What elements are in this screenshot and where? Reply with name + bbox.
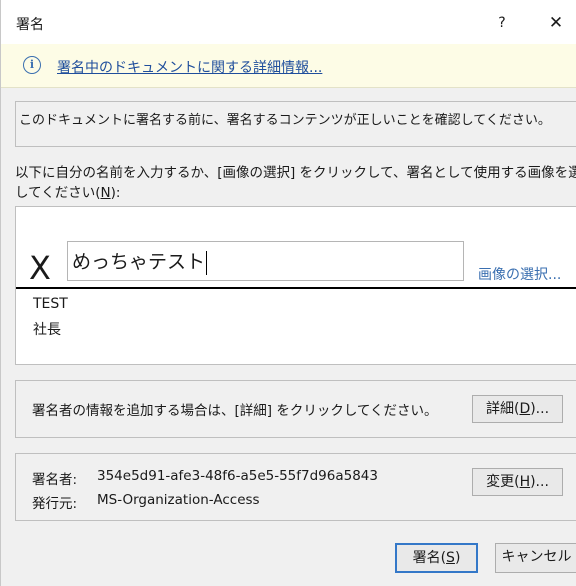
- signer-title: 社長: [33, 322, 61, 338]
- details-text: 署名者の情報を追加する場合は、[詳細] をクリックしてください。: [32, 403, 438, 419]
- instruction-mnemonic: N: [100, 185, 111, 201]
- signature-line: [16, 287, 576, 289]
- sign-button-suffix: ): [454, 550, 461, 566]
- sign-button-prefix: 署名(: [412, 550, 447, 566]
- more-info-link[interactable]: 署名中のドキュメントに関する詳細情報...: [57, 57, 322, 77]
- confirm-message-box: このドキュメントに署名する前に、署名するコンテンツが正しいことを確認してください…: [15, 101, 576, 147]
- details-button-prefix: 詳細(: [485, 401, 520, 417]
- close-button[interactable]: ✕: [541, 10, 571, 36]
- instruction-text: 以下に自分の名前を入力するか、[画像の選択] をクリックして、署名として使用する…: [15, 163, 576, 203]
- issuer-label: 発行元:: [32, 496, 78, 512]
- instruction-line2-suffix: ):: [110, 185, 121, 201]
- info-bar: i 署名中のドキュメントに関する詳細情報...: [1, 44, 576, 88]
- instruction-line1: 以下に自分の名前を入力するか、[画像の選択] をクリックして、署名として使用する…: [15, 165, 576, 181]
- details-button[interactable]: 詳細(D)...: [472, 395, 563, 423]
- info-icon: i: [23, 56, 41, 74]
- help-button[interactable]: ?: [489, 10, 515, 36]
- change-button[interactable]: 変更(H)...: [472, 468, 563, 496]
- change-button-mnemonic: H: [519, 474, 531, 490]
- signer-info-group: 署名者: 354e5d91-afe3-48f6-a5e5-55f7d96a584…: [15, 453, 576, 521]
- signature-panel: X めっちゃテスト 画像の選択... TEST 社長: [15, 206, 576, 365]
- sign-dialog: 署名 ? ✕ i 署名中のドキュメントに関する詳細情報... このドキュメントに…: [0, 0, 576, 586]
- change-button-suffix: )...: [530, 474, 549, 490]
- change-button-prefix: 変更(: [486, 474, 520, 490]
- sign-button[interactable]: 署名(S): [395, 543, 478, 573]
- details-group: 署名者の情報を追加する場合は、[詳細] をクリックしてください。 詳細(D)..…: [15, 380, 576, 438]
- signer-label: 署名者:: [32, 472, 78, 488]
- signature-name-input[interactable]: めっちゃテスト: [67, 241, 464, 281]
- instruction-line2: してください(N):: [15, 183, 576, 203]
- signer-value: 354e5d91-afe3-48f6-a5e5-55f7d96a5843: [97, 468, 378, 484]
- sign-button-mnemonic: S: [446, 550, 455, 566]
- text-caret: [206, 250, 208, 275]
- cancel-button[interactable]: キャンセル: [495, 543, 576, 573]
- instruction-line2-prefix: してください(: [15, 185, 101, 201]
- issuer-value: MS-Organization-Access: [97, 492, 260, 508]
- signature-name-value: めっちゃテスト: [72, 251, 206, 273]
- title-bar: 署名 ? ✕: [1, 0, 576, 44]
- confirm-message: このドキュメントに署名する前に、署名するコンテンツが正しいことを確認してください…: [19, 113, 551, 128]
- signature-x-mark: X: [29, 249, 51, 287]
- details-button-mnemonic: D: [519, 401, 531, 417]
- signer-name: TEST: [33, 296, 68, 312]
- select-image-link[interactable]: 画像の選択...: [478, 264, 561, 284]
- details-button-suffix: )...: [530, 401, 550, 417]
- dialog-title: 署名: [16, 17, 44, 33]
